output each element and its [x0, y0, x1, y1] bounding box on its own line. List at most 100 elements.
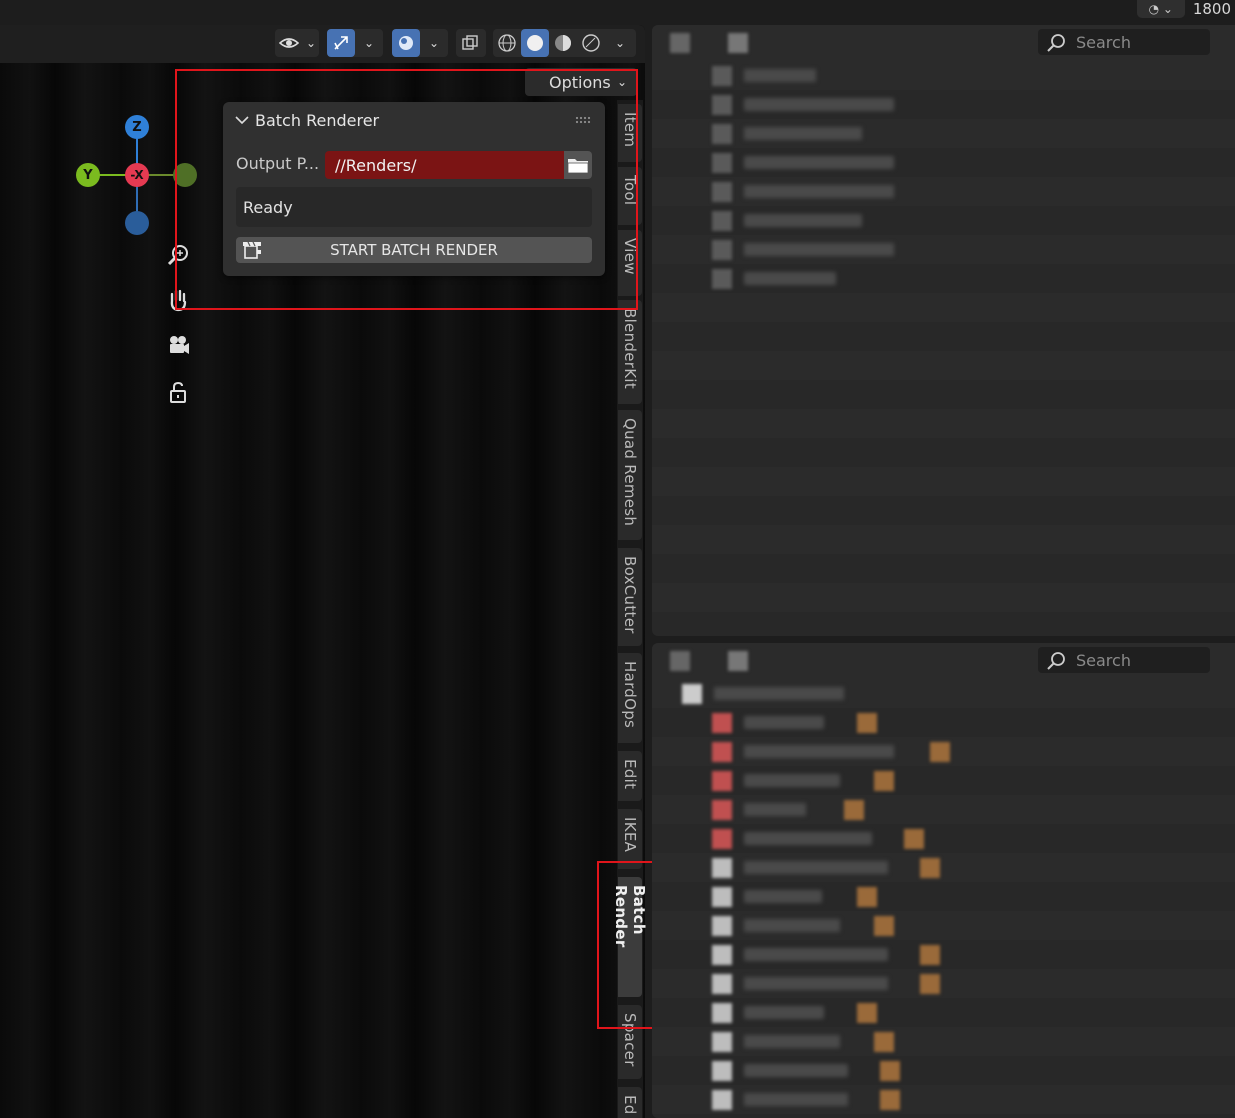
object-icon	[712, 124, 732, 144]
object-icon	[712, 1090, 732, 1110]
list-item[interactable]	[652, 795, 1235, 824]
solid-shading-icon[interactable]	[521, 29, 549, 57]
data-icon	[904, 829, 924, 849]
frame-number[interactable]: 1800	[1193, 0, 1235, 18]
list-item[interactable]	[652, 911, 1235, 940]
options-dropdown[interactable]: Options ⌄	[525, 68, 637, 96]
tab-hardops[interactable]: HardOps	[618, 653, 642, 743]
display-mode-icon[interactable]	[670, 651, 690, 671]
list-item[interactable]	[652, 148, 1235, 177]
navigation-gizmo[interactable]: Z Y -X	[70, 113, 210, 253]
object-icon	[712, 945, 732, 965]
tab-item[interactable]: Item	[618, 104, 642, 162]
folder-browse-button[interactable]	[564, 151, 592, 179]
object-icon	[712, 742, 732, 762]
zoom-icon[interactable]	[163, 240, 193, 270]
list-item[interactable]	[652, 998, 1235, 1027]
object-icon	[712, 887, 732, 907]
tab-batch-render[interactable]: Batch Render	[612, 877, 648, 997]
keying-dropdown[interactable]: ◔ ⌄	[1136, 0, 1185, 18]
outliner-top-rows	[652, 61, 1235, 612]
tab-ed[interactable]: Ed	[618, 1087, 642, 1118]
tab-blenderkit[interactable]: BlenderKit	[618, 300, 642, 404]
object-icon	[712, 771, 732, 791]
object-icon	[712, 269, 732, 289]
tab-spacer[interactable]: Spacer	[618, 1005, 642, 1079]
camera-view-icon[interactable]	[163, 331, 193, 361]
outliner-bottom-rows	[652, 679, 1235, 1114]
object-icon	[712, 240, 732, 260]
data-icon	[920, 974, 940, 994]
list-item[interactable]	[652, 679, 1235, 708]
pan-hand-icon[interactable]	[163, 285, 193, 315]
tab-quad-remesh[interactable]: Quad Remesh	[618, 410, 642, 540]
axis-neg-z-ball[interactable]	[125, 211, 149, 235]
list-item[interactable]	[652, 90, 1235, 119]
drag-grip-icon[interactable]	[575, 116, 591, 124]
search-placeholder: Search	[1076, 32, 1131, 52]
render-icon	[241, 240, 263, 264]
visibility-dropdown[interactable]: ⌄	[275, 29, 319, 57]
list-item[interactable]	[652, 824, 1235, 853]
collection-icon	[682, 684, 702, 704]
search-input-bottom[interactable]: Search	[1038, 647, 1210, 673]
list-item[interactable]	[652, 1056, 1235, 1085]
list-item[interactable]	[652, 119, 1235, 148]
list-item[interactable]	[652, 708, 1235, 737]
list-item[interactable]	[652, 766, 1235, 795]
3d-viewport[interactable]: ⌄ ⌄ ⌄ ⌄ Z Y -X Options ⌄ Batch Renderer …	[0, 25, 645, 1118]
status-display: Ready	[236, 187, 592, 227]
object-icon	[712, 858, 732, 878]
object-icon	[712, 1003, 732, 1023]
object-icon	[712, 974, 732, 994]
wireframe-shading-icon[interactable]	[493, 29, 521, 57]
overlays-icon[interactable]	[392, 29, 420, 57]
list-item[interactable]	[652, 235, 1235, 264]
start-batch-render-button[interactable]: START BATCH RENDER	[236, 237, 592, 263]
axis-y-ball[interactable]: Y	[76, 163, 100, 187]
list-item[interactable]	[652, 1085, 1235, 1114]
gizmo-toggle-icon[interactable]	[327, 29, 355, 57]
filter-icon[interactable]	[728, 651, 748, 671]
list-item[interactable]	[652, 264, 1235, 293]
list-item[interactable]	[652, 969, 1235, 998]
list-item[interactable]	[652, 882, 1235, 911]
sidebar-tabs: Item Tool View BlenderKit Quad Remesh Bo…	[612, 100, 648, 1118]
panel-header[interactable]: Batch Renderer	[223, 102, 605, 138]
display-mode-icon[interactable]	[670, 33, 690, 53]
tab-tool[interactable]: Tool	[618, 167, 642, 225]
top-right-widget: ◔ ⌄ 1800	[1136, 0, 1235, 18]
axis-neg-x-ball[interactable]: -X	[125, 163, 149, 187]
data-icon	[920, 858, 940, 878]
list-item[interactable]	[652, 940, 1235, 969]
output-path-field[interactable]: //Renders/	[325, 151, 564, 179]
filter-icon[interactable]	[728, 33, 748, 53]
axis-z-ball[interactable]: Z	[125, 115, 149, 139]
list-item[interactable]	[652, 737, 1235, 766]
tab-edit[interactable]: Edit	[618, 751, 642, 801]
folder-icon	[567, 159, 589, 174]
tab-boxcutter[interactable]: BoxCutter	[618, 548, 642, 646]
data-icon	[880, 1061, 900, 1081]
search-input-top[interactable]: Search	[1038, 29, 1210, 55]
xray-toggle[interactable]	[456, 29, 486, 57]
object-icon	[712, 66, 732, 86]
list-item[interactable]	[652, 1027, 1235, 1056]
chevron-down-icon[interactable]: ⌄	[605, 29, 635, 57]
tab-view[interactable]: View	[618, 230, 642, 296]
list-item[interactable]	[652, 177, 1235, 206]
tab-ikea[interactable]: IKEA	[618, 809, 642, 869]
material-shading-icon[interactable]	[549, 29, 577, 57]
overlay-dropdown[interactable]: ⌄	[392, 29, 448, 57]
chevron-down-icon: ⌄	[305, 36, 317, 50]
list-item[interactable]	[652, 853, 1235, 882]
lock-icon[interactable]	[163, 377, 193, 407]
data-icon	[857, 887, 877, 907]
gizmo-dropdown[interactable]: ⌄	[327, 29, 383, 57]
list-item[interactable]	[652, 206, 1235, 235]
list-item[interactable]	[652, 61, 1235, 90]
rendered-shading-icon[interactable]	[577, 29, 605, 57]
eye-icon	[275, 29, 303, 57]
axis-x-ball[interactable]	[173, 163, 197, 187]
batch-renderer-panel: Batch Renderer Output P... //Renders/ Re…	[223, 102, 605, 276]
